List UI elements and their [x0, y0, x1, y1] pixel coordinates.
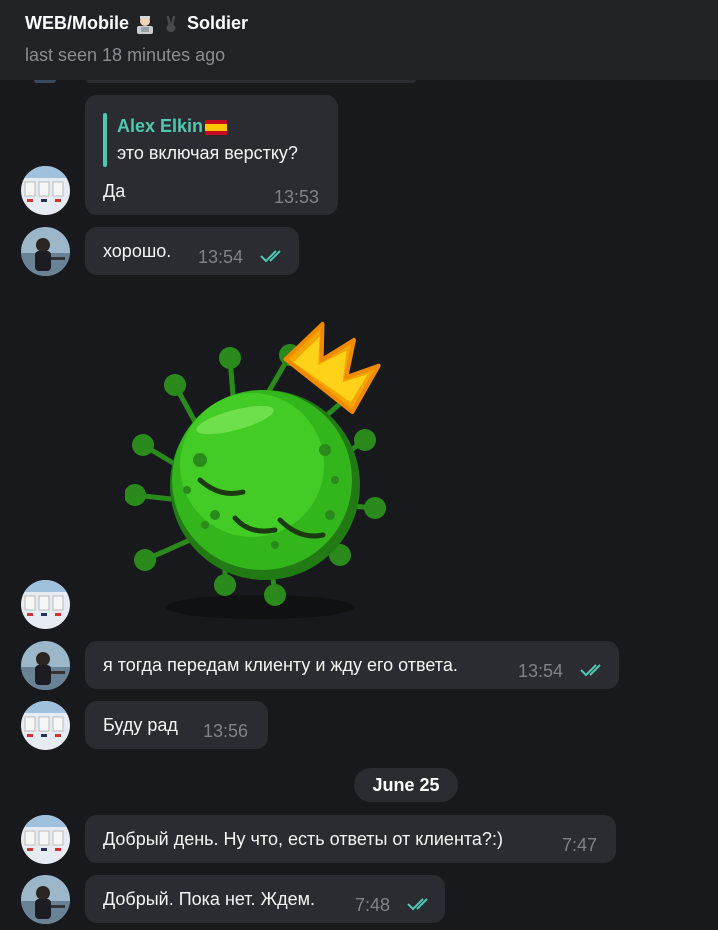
read-receipt-icon [260, 250, 281, 263]
avatar-self[interactable] [21, 875, 70, 924]
reply-author-name: Alex Elkin [117, 116, 204, 136]
chat-title-prefix: WEB/Mobile [25, 13, 129, 33]
chat-title: WEB/Mobile Soldier [25, 13, 248, 34]
message-bubble[interactable]: я тогда передам клиенту и жду его ответа… [85, 641, 619, 689]
read-receipt-icon [407, 898, 428, 911]
date-separator: June 25 [354, 768, 458, 802]
avatar-self[interactable] [21, 641, 70, 690]
avatar-alex[interactable] [21, 815, 70, 864]
message-bubble-reply[interactable]: Alex Elkin это включая верстку? Да 13:53 [85, 95, 338, 215]
avatar-alex[interactable] [21, 701, 70, 750]
victory-hand-emoji-icon [161, 14, 181, 34]
previous-message-edge [86, 80, 416, 83]
avatar-alex[interactable] [21, 166, 70, 215]
message-bubble[interactable]: Добрый день. Ну что, есть ответы от клие… [85, 815, 616, 863]
message-time: 7:47 [562, 835, 598, 855]
message-text: Добрый. Пока нет. Ждем. [103, 889, 316, 909]
message-text: Буду рад [103, 715, 178, 735]
chat-title-suffix: Soldier [187, 13, 249, 33]
virus-sticker[interactable] [124, 300, 425, 620]
reply-author[interactable]: Alex Elkin [117, 116, 228, 137]
spain-flag-icon [205, 119, 228, 135]
last-seen-status: last seen 18 minutes ago [25, 45, 226, 65]
message-text: хорошо. [103, 241, 172, 261]
message-time: 13:54 [518, 661, 564, 681]
reply-quote-bar [103, 113, 107, 167]
message-time: 7:48 [355, 895, 391, 915]
message-time: 13:56 [203, 721, 249, 741]
message-text: Добрый день. Ну что, есть ответы от клие… [103, 829, 503, 849]
message-text: Да [103, 181, 126, 201]
message-time: 13:53 [274, 187, 320, 207]
reply-quoted-text: это включая верстку? [117, 143, 298, 163]
technologist-emoji-icon [135, 14, 155, 34]
message-time: 13:54 [198, 247, 244, 267]
chat-header[interactable]: WEB/Mobile Soldier last seen 18 minutes … [0, 0, 718, 80]
avatar-alex[interactable] [21, 580, 70, 629]
avatar-self[interactable] [21, 227, 70, 276]
read-receipt-icon [580, 664, 601, 677]
message-text: я тогда передам клиенту и жду его ответа… [103, 655, 458, 675]
message-bubble[interactable]: Добрый. Пока нет. Ждем. 7:48 [85, 875, 445, 923]
previous-avatar-edge [34, 80, 56, 83]
message-bubble[interactable]: хорошо. 13:54 [85, 227, 299, 275]
message-bubble[interactable]: Буду рад 13:56 [85, 701, 268, 749]
